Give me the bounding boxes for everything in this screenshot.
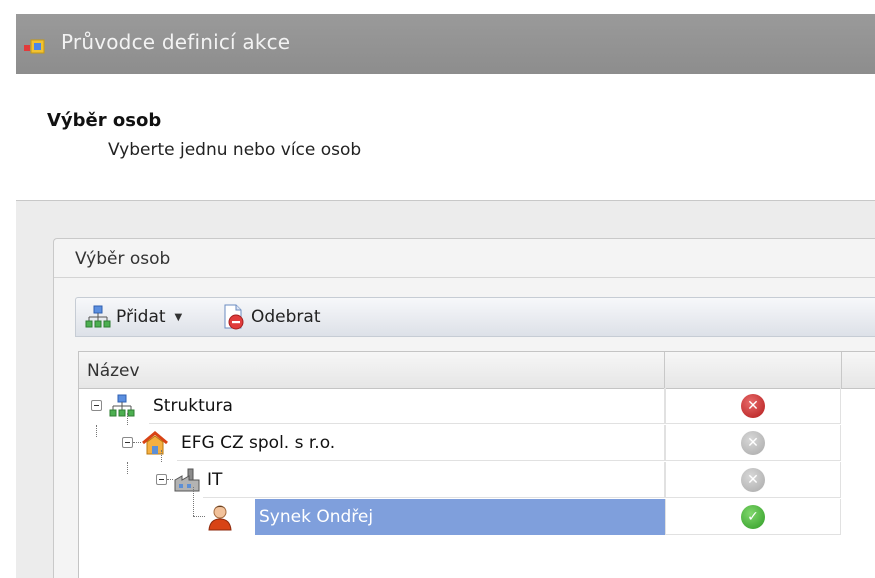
person-icon — [208, 505, 232, 531]
remove-disabled-icon: ✕ — [741, 467, 765, 492]
wizard-header: Výběr osob Vyberte jednu nebo více osob — [16, 74, 875, 201]
tree-row[interactable]: Synek Ondřej ✓ — [79, 487, 875, 536]
column-header-name-label: Název — [87, 361, 140, 381]
tree-connector — [96, 425, 97, 437]
add-button[interactable]: Přidat ▼ — [85, 298, 182, 336]
toolbar: Přidat ▼ Odebrat — [75, 297, 875, 337]
remove-document-icon — [224, 304, 244, 330]
org-structure-icon — [109, 394, 135, 417]
wizard-app-icon — [24, 39, 45, 54]
tree-node-label: IT — [207, 469, 223, 490]
tree-connector — [127, 462, 128, 474]
remove-disabled-icon: ✕ — [741, 430, 765, 455]
tree-row[interactable]: Struktura ✕ — [79, 388, 875, 425]
remove-icon[interactable]: ✕ — [741, 393, 765, 418]
tree-connector — [161, 450, 162, 462]
tree-node-label: EFG CZ spol. s r.o. — [181, 432, 336, 453]
tree-node-label-box[interactable]: EFG CZ spol. s r.o. — [177, 425, 665, 461]
persons-group: Výběr osob Přidat ▼ Odebrat Název Strukt… — [53, 238, 875, 578]
tree-node-label: Synek Ondřej — [259, 506, 374, 527]
add-button-label: Přidat — [116, 307, 166, 327]
tree-connector — [133, 442, 141, 443]
tree-connector — [193, 487, 194, 516]
tree-row[interactable]: EFG CZ spol. s r.o. ✕ — [79, 413, 875, 462]
persons-tree-grid: Název Struktura ✕ EFG CZ spol. s r.o. ✕ … — [78, 351, 875, 578]
grid-header: Název — [79, 351, 875, 389]
chevron-down-icon[interactable]: ▼ — [175, 312, 183, 323]
page-subtitle: Vyberte jednu nebo více osob — [108, 140, 362, 160]
tree-node-label-box[interactable]: Struktura — [149, 388, 665, 424]
column-header-name[interactable]: Název — [79, 352, 665, 388]
tree-node-label: Struktura — [153, 395, 233, 416]
window-title: Průvodce definicí akce — [61, 30, 291, 54]
status-cell[interactable]: ✕ — [665, 388, 841, 424]
tree-connector — [193, 516, 205, 517]
company-house-icon — [142, 431, 168, 455]
collapse-toggle[interactable] — [91, 400, 102, 411]
org-add-icon — [85, 305, 111, 328]
tree-connector — [127, 413, 128, 425]
column-header-status[interactable] — [665, 352, 842, 388]
department-icon — [174, 468, 200, 492]
status-cell[interactable]: ✓ — [665, 499, 841, 535]
group-title: Výběr osob — [75, 249, 171, 269]
remove-button[interactable]: Odebrat — [222, 298, 321, 336]
title-bar[interactable]: Průvodce definicí akce — [16, 14, 875, 74]
wizard-window: Průvodce definicí akce Výběr osob Vybert… — [16, 14, 875, 578]
tree-node-label-box[interactable]: IT — [203, 462, 665, 498]
collapse-toggle[interactable] — [156, 474, 167, 485]
group-divider — [54, 277, 875, 278]
status-cell[interactable]: ✕ — [665, 462, 841, 498]
status-cell[interactable]: ✕ — [665, 425, 841, 461]
collapse-toggle[interactable] — [122, 437, 133, 448]
page-title: Výběr osob — [47, 110, 162, 131]
checkmark-icon: ✓ — [741, 504, 765, 529]
remove-button-label: Odebrat — [251, 307, 321, 327]
tree-node-label-box[interactable]: Synek Ondřej — [255, 499, 665, 535]
tree-row[interactable]: IT ✕ — [79, 450, 875, 499]
